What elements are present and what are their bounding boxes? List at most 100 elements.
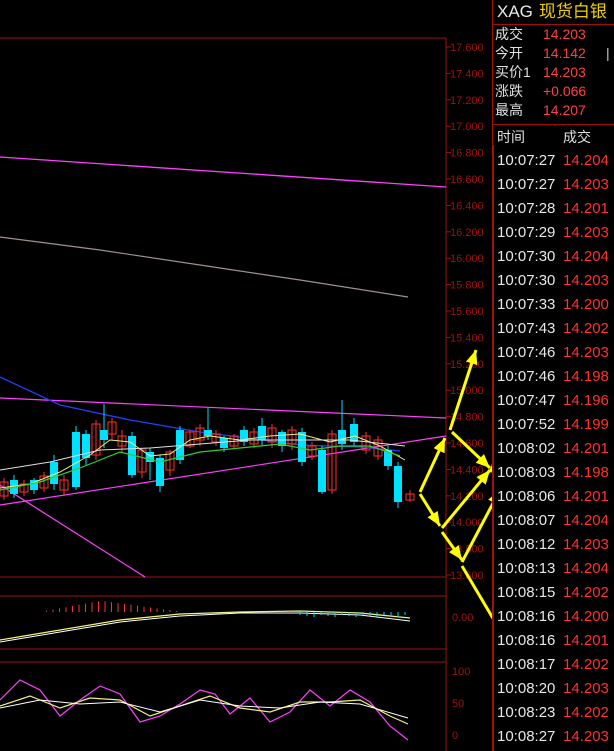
tick-price: 14.203	[563, 536, 609, 553]
tick-time: 10:07:28	[497, 200, 556, 217]
tick-time: 10:08:23	[497, 704, 556, 721]
candle-body-down	[350, 424, 358, 442]
candlesticks[interactable]	[0, 400, 415, 508]
price-axis-label: 15.600	[450, 306, 484, 318]
tick-time: 10:08:12	[497, 536, 556, 553]
tick-row[interactable]: 10:08:13 14.204	[493, 557, 614, 581]
indicator-axis-label: 0	[452, 730, 458, 742]
tick-time: 10:07:43	[497, 320, 556, 337]
tick-row[interactable]: 10:08:15 14.202	[493, 581, 614, 605]
tick-price: 14.202	[563, 320, 609, 337]
tick-row[interactable]: 10:08:16 14.201	[493, 629, 614, 653]
tick-row[interactable]: 10:07:46 14.198	[493, 365, 614, 389]
quote-row: 买价1 14.203	[493, 63, 614, 82]
resistance-line	[0, 397, 447, 419]
tick-time: 10:08:02	[497, 440, 556, 457]
indicator-axis-label: 100	[452, 666, 470, 678]
quote-row: 最高 14.207	[493, 101, 614, 120]
tick-price: 14.198	[563, 464, 609, 481]
quote-value: 14.142	[543, 45, 586, 61]
tick-price: 14.201	[563, 440, 609, 457]
tick-time: 10:07:33	[497, 296, 556, 313]
kline-chart[interactable]: 17.600 17.400 17.200 17.000 16.800 16.600 16.4…	[0, 0, 492, 751]
tick-price: 14.204	[563, 248, 609, 265]
tick-row[interactable]: 10:07:52 14.199	[493, 413, 614, 437]
tick-row[interactable]: 10:07:29 14.203	[493, 221, 614, 245]
tick-time: 10:07:27	[497, 176, 556, 193]
tick-row[interactable]: 10:07:46 14.203	[493, 341, 614, 365]
volume-axis-label: 0.00	[452, 612, 473, 624]
tick-row[interactable]: 10:08:02 14.201	[493, 437, 614, 461]
tick-price: 14.204	[563, 512, 609, 529]
tick-time: 10:08:16	[497, 608, 556, 625]
candle-body-down	[394, 466, 402, 502]
tick-price: 14.201	[563, 632, 609, 649]
tick-row[interactable]: 10:07:27 14.204	[493, 149, 614, 173]
kline-chart-svg[interactable]: 17.600 17.400 17.200 17.000 16.800 16.600 16.4…	[0, 0, 492, 751]
candle-body-down	[220, 438, 228, 448]
quote-row: 今开 14.142 |	[493, 44, 614, 63]
quote-value: +0.066	[543, 83, 587, 99]
tick-row[interactable]: 10:07:28 14.201	[493, 197, 614, 221]
tick-row[interactable]: 10:08:20 14.203	[493, 677, 614, 701]
quote-label: 今开	[495, 45, 523, 61]
tick-row[interactable]: 10:08:07 14.204	[493, 509, 614, 533]
tick-row[interactable]: 10:08:23 14.202	[493, 701, 614, 725]
tick-price: 14.199	[563, 416, 609, 433]
tick-price: 14.203	[563, 680, 609, 697]
tick-row[interactable]: 10:08:16 14.200	[493, 605, 614, 629]
tick-price: 14.202	[563, 704, 609, 721]
tick-time: 10:08:16	[497, 632, 556, 649]
candle-body-down	[100, 430, 108, 440]
tick-time: 10:08:03	[497, 464, 556, 481]
tick-price: 14.201	[563, 200, 609, 217]
tick-time: 10:08:15	[497, 584, 556, 601]
tick-price: 14.203	[563, 224, 609, 241]
candle-body-down	[298, 432, 306, 462]
tick-row[interactable]: 10:07:43 14.202	[493, 317, 614, 341]
price-axis-label: 16.000	[450, 253, 484, 265]
quote-value: 14.203	[543, 64, 586, 80]
price-axis-label: 14.400	[450, 464, 484, 476]
trend-lines	[0, 156, 447, 578]
price-axis-label: 16.400	[450, 200, 484, 212]
price-axis-label: 16.600	[450, 174, 484, 186]
tick-row[interactable]: 10:08:27 14.203	[493, 725, 614, 749]
candle-body-down	[318, 450, 326, 492]
tick-row[interactable]: 10:07:30 14.203	[493, 269, 614, 293]
quote-value: 14.203	[543, 26, 586, 42]
tick-row[interactable]: 10:07:27 14.203	[493, 173, 614, 197]
tick-price: 14.203	[563, 176, 609, 193]
quote-label: 涨跌	[495, 83, 523, 99]
symbol-header[interactable]: XAG 现货白银	[493, 0, 614, 24]
tick-time: 10:08:06	[497, 488, 556, 505]
tick-time: 10:07:29	[497, 224, 556, 241]
tick-row[interactable]: 10:08:06 14.201	[493, 485, 614, 509]
tick-row[interactable]: 10:07:30 14.204	[493, 245, 614, 269]
price-axis-label: 16.200	[450, 227, 484, 239]
long-ma-gray	[0, 236, 409, 298]
tick-price: 14.196	[563, 392, 609, 409]
tick-row[interactable]: 10:08:03 14.198	[493, 461, 614, 485]
tick-time: 10:07:46	[497, 344, 556, 361]
tick-price: 14.203	[563, 728, 609, 745]
price-axis-label: 17.400	[450, 68, 484, 80]
tick-row[interactable]: 10:08:12 14.203	[493, 533, 614, 557]
ma-white	[0, 439, 406, 471]
tick-header-price: 成交	[563, 129, 591, 145]
candle-body-down	[338, 430, 346, 444]
tick-row[interactable]: 10:08:17 14.202	[493, 653, 614, 677]
tick-price: 14.204	[563, 560, 609, 577]
tick-row[interactable]: 10:07:47 14.196	[493, 389, 614, 413]
indicator-panel	[0, 679, 409, 741]
tick-price: 14.202	[563, 656, 609, 673]
tick-table-header: 时间 成交	[493, 125, 614, 149]
quote-label: 买价1	[495, 64, 531, 80]
tick-row[interactable]: 10:07:33 14.200	[493, 293, 614, 317]
price-axis-label: 15.400	[450, 332, 484, 344]
quote-rows: 成交 14.203 今开 14.142 | 买价1 14.203 涨跌 +0.066 最高 14.2…	[493, 25, 614, 120]
price-axis-label: 17.200	[450, 95, 484, 107]
tick-list[interactable]: 10:07:27 14.204 10:07:27 14.203 10:07:28 14.2…	[493, 149, 614, 749]
symbol-name: 现货白银	[538, 2, 607, 21]
tick-header-time: 时间	[497, 129, 525, 145]
